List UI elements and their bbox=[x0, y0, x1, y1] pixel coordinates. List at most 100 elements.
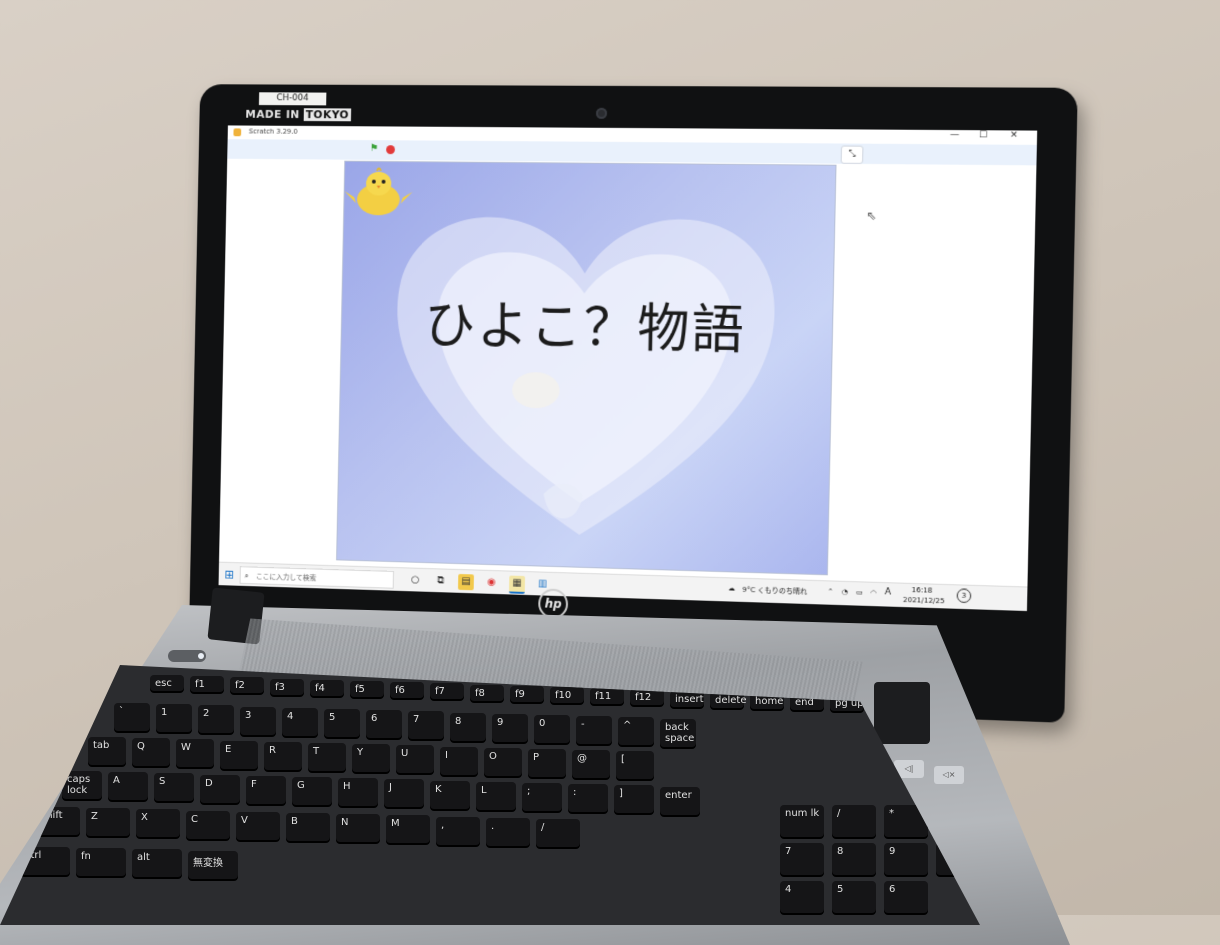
key-w[interactable]: W bbox=[176, 739, 214, 768]
clock-time[interactable]: 16:18 bbox=[911, 586, 932, 595]
key-f6[interactable]: f6 bbox=[390, 682, 424, 699]
numpad-key-num-lk[interactable]: num lk bbox=[780, 805, 824, 837]
minimize-button[interactable]: — bbox=[950, 130, 960, 140]
numpad-key-8[interactable]: 8 bbox=[832, 843, 876, 875]
task-view-icon[interactable]: ⧉ bbox=[433, 573, 449, 589]
stop-icon[interactable] bbox=[386, 145, 395, 155]
key-f3[interactable]: f3 bbox=[270, 678, 304, 695]
key-h[interactable]: H bbox=[338, 778, 378, 807]
exit-fullscreen-button[interactable]: ⤡ bbox=[840, 145, 864, 164]
key-k[interactable]: K bbox=[430, 780, 470, 809]
key-f12[interactable]: f12 bbox=[630, 689, 664, 706]
battery-icon[interactable]: ▭ bbox=[856, 588, 863, 596]
key-0[interactable]: 0 bbox=[534, 715, 570, 743]
key-r[interactable]: R bbox=[264, 741, 302, 770]
key-6[interactable]: 6 bbox=[366, 710, 402, 739]
chick-sprite[interactable] bbox=[344, 162, 413, 222]
chrome-icon[interactable]: ◉ bbox=[483, 575, 499, 591]
key-@[interactable]: @ bbox=[572, 750, 610, 779]
key-.[interactable]: . bbox=[486, 817, 530, 846]
key-^[interactable]: ^ bbox=[618, 717, 654, 746]
key-p[interactable]: P bbox=[528, 749, 566, 777]
ime-indicator[interactable]: A bbox=[885, 587, 892, 597]
key-g[interactable]: G bbox=[292, 777, 332, 805]
key-;[interactable]: ; bbox=[522, 783, 562, 811]
key-d[interactable]: D bbox=[200, 774, 240, 803]
key-f1[interactable]: f1 bbox=[190, 676, 224, 693]
maximize-button[interactable]: ☐ bbox=[979, 130, 988, 140]
key-enter[interactable]: enter bbox=[660, 786, 700, 815]
key-2[interactable]: 2 bbox=[198, 705, 234, 734]
key-`[interactable]: ` bbox=[114, 703, 150, 731]
key-e[interactable]: E bbox=[220, 740, 258, 769]
numpad-key-/[interactable]: / bbox=[832, 805, 876, 837]
key-f11[interactable]: f11 bbox=[590, 688, 624, 705]
scratch-stage[interactable]: ひよこ？物語 bbox=[336, 160, 837, 576]
wifi-icon[interactable]: ◠ bbox=[870, 589, 876, 597]
key--[interactable]: - bbox=[576, 716, 612, 745]
key-caps-lock[interactable]: caps lock bbox=[62, 771, 102, 799]
key-tab[interactable]: tab bbox=[88, 737, 126, 765]
key-z[interactable]: Z bbox=[86, 808, 130, 837]
key-u[interactable]: U bbox=[396, 745, 434, 774]
key-[[interactable]: [ bbox=[616, 751, 654, 780]
numpad-key-9[interactable]: 9 bbox=[884, 843, 928, 875]
key-fn[interactable]: fn bbox=[76, 848, 126, 877]
key-f9[interactable]: f9 bbox=[510, 685, 544, 702]
key-c[interactable]: C bbox=[186, 810, 230, 839]
key-f5[interactable]: f5 bbox=[350, 681, 384, 697]
key-n[interactable]: N bbox=[336, 814, 380, 843]
key-t[interactable]: T bbox=[308, 743, 346, 771]
key-b[interactable]: B bbox=[286, 813, 330, 841]
key-i[interactable]: I bbox=[440, 746, 478, 775]
key-esc[interactable]: esc bbox=[150, 675, 184, 691]
key-1[interactable]: 1 bbox=[156, 704, 192, 733]
key-alt[interactable]: alt bbox=[132, 849, 182, 878]
key-f10[interactable]: f10 bbox=[550, 687, 584, 703]
key-y[interactable]: Y bbox=[352, 744, 390, 773]
key-v[interactable]: V bbox=[236, 811, 280, 840]
key-o[interactable]: O bbox=[484, 747, 522, 776]
green-flag-icon[interactable]: ⚑ bbox=[370, 143, 380, 154]
mute-speaker-key[interactable]: ◁× bbox=[934, 766, 964, 784]
key-7[interactable]: 7 bbox=[408, 711, 444, 740]
cortana-icon[interactable]: ○ bbox=[407, 572, 423, 588]
key-s[interactable]: S bbox=[154, 773, 194, 802]
key-4[interactable]: 4 bbox=[282, 707, 318, 736]
key-][interactable]: ] bbox=[614, 785, 654, 814]
windows-start-icon[interactable]: ⊞ bbox=[224, 568, 236, 582]
numpad-key-5[interactable]: 5 bbox=[832, 881, 876, 913]
key-x[interactable]: X bbox=[136, 809, 180, 838]
scratch-taskbar-icon[interactable]: ▦ bbox=[508, 575, 526, 594]
key-f7[interactable]: f7 bbox=[430, 683, 464, 700]
numpad-key-6[interactable]: 6 bbox=[884, 881, 928, 913]
key-5[interactable]: 5 bbox=[324, 709, 360, 737]
key-l[interactable]: L bbox=[476, 781, 516, 810]
key-3[interactable]: 3 bbox=[240, 706, 276, 735]
clock-date[interactable]: 2021/12/25 bbox=[903, 596, 945, 605]
weather-text[interactable]: 9°C くもりのち晴れ bbox=[742, 585, 807, 597]
notification-badge[interactable]: 3 bbox=[956, 588, 972, 604]
key-f4[interactable]: f4 bbox=[310, 679, 344, 696]
numpad-key-7[interactable]: 7 bbox=[780, 843, 824, 875]
key-8[interactable]: 8 bbox=[450, 712, 486, 741]
key-f[interactable]: F bbox=[246, 775, 286, 804]
key-back-space[interactable]: back space bbox=[660, 718, 696, 747]
key-q[interactable]: Q bbox=[132, 738, 170, 767]
close-button[interactable]: ✕ bbox=[1010, 130, 1018, 140]
key-f2[interactable]: f2 bbox=[230, 677, 264, 694]
numpad-key-4[interactable]: 4 bbox=[780, 881, 824, 913]
key-:[interactable]: : bbox=[568, 784, 608, 813]
file-explorer-icon[interactable]: ▤ bbox=[457, 573, 474, 591]
key-無変換[interactable]: 無変換 bbox=[188, 850, 238, 879]
key-m[interactable]: M bbox=[386, 815, 430, 844]
network-icon[interactable]: ◔ bbox=[842, 588, 848, 596]
key-f8[interactable]: f8 bbox=[470, 684, 504, 701]
key-j[interactable]: J bbox=[384, 779, 424, 808]
key-9[interactable]: 9 bbox=[492, 713, 528, 742]
tray-chevron-icon[interactable]: ⌃ bbox=[827, 587, 833, 595]
taskbar-search-input[interactable]: ⌕ ここに入力して検索 bbox=[239, 566, 394, 589]
key-a[interactable]: A bbox=[108, 772, 148, 801]
key-,[interactable]: , bbox=[436, 816, 480, 845]
key-/[interactable]: / bbox=[536, 819, 580, 847]
